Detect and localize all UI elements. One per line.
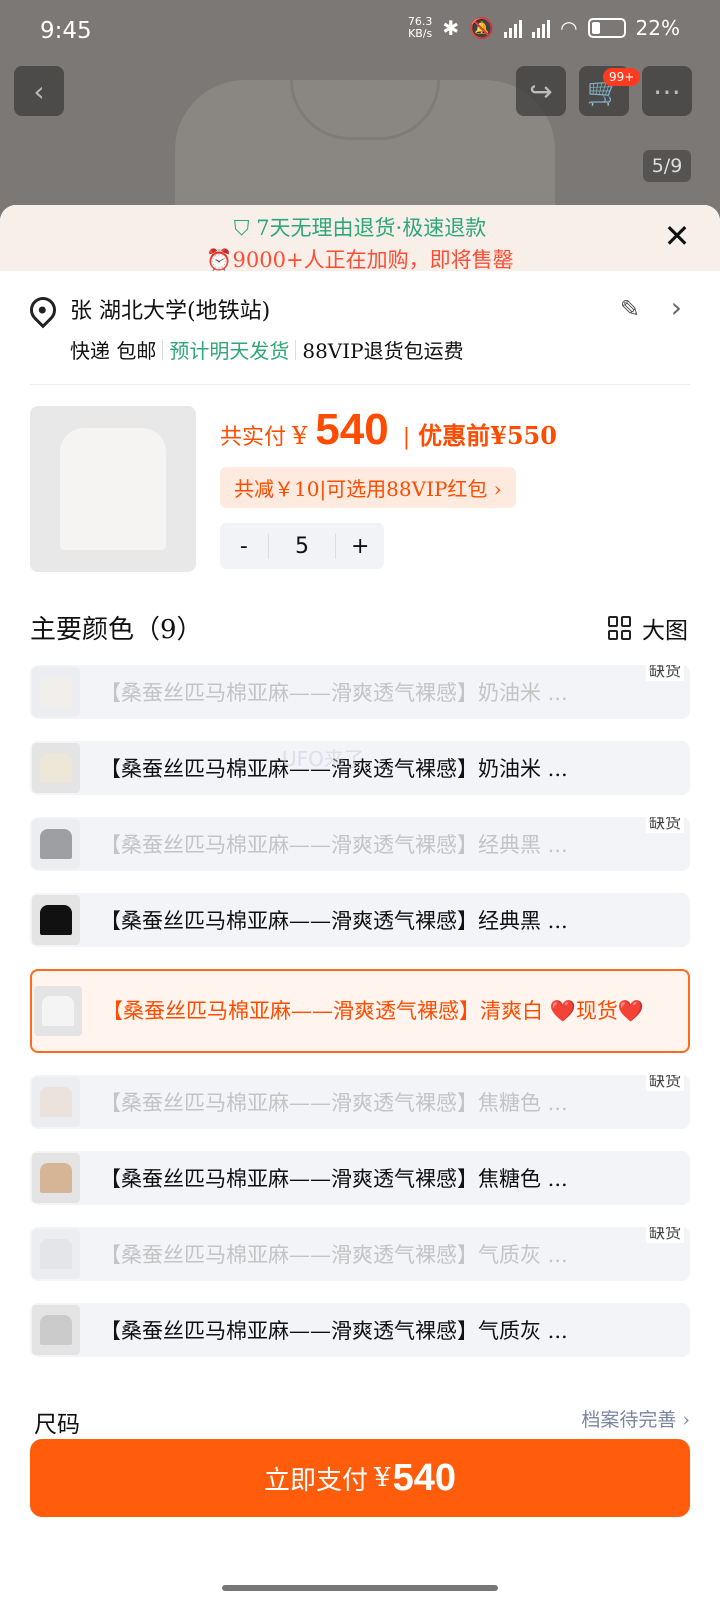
- color-thumbnail: [32, 1153, 80, 1203]
- color-option-label: 【桑蚕丝匹马棉亚麻——滑爽透气裸感】气质灰 ...: [100, 1319, 568, 1343]
- size-label: 尺码: [34, 1412, 80, 1438]
- net-speed: 76.3 KB/s: [408, 16, 433, 40]
- pay-label: 立即支付: [264, 1465, 369, 1496]
- price-row: 共实付 ¥ 540 | 优惠前¥550: [220, 405, 557, 455]
- color-option: 【桑蚕丝匹马棉亚麻——滑爽透气裸感】气质灰 ... 缺货: [30, 1227, 690, 1281]
- color-option[interactable]: 【桑蚕丝匹马棉亚麻——滑爽透气裸感】清爽白 ❤️现货❤️: [30, 969, 690, 1053]
- address-section[interactable]: 张 湖北大学(地铁站) ✎ › 快递 包邮 预计明天发货 88VIP退货包运费: [24, 271, 690, 385]
- color-thumbnail: [32, 667, 80, 717]
- signal-icon: [504, 18, 523, 38]
- color-option: 【桑蚕丝匹马棉亚麻——滑爽透气裸感】奶油米 ... 缺货: [30, 665, 690, 719]
- shirt-icon: [60, 428, 166, 550]
- net-speed-unit: KB/s: [408, 27, 433, 40]
- chevron-left-icon: ‹: [33, 74, 45, 108]
- color-option: 【桑蚕丝匹马棉亚麻——滑爽透气裸感】焦糖色 ... 缺货: [30, 1075, 690, 1129]
- hot-sale-text: 9000+人正在加购，即将售罄: [232, 248, 514, 272]
- out-of-stock-badge: 缺货: [645, 1075, 684, 1091]
- battery-percent: 22%: [635, 16, 680, 40]
- address-name: 张 湖北大学(地铁站): [70, 299, 271, 324]
- quantity-value[interactable]: 5: [267, 533, 337, 559]
- out-of-stock-badge: 缺货: [645, 1227, 684, 1243]
- color-option-label: 【桑蚕丝匹马棉亚麻——滑爽透气裸感】奶油米 ...: [100, 681, 568, 705]
- plus-button[interactable]: +: [336, 534, 384, 559]
- out-of-stock-badge: 缺货: [645, 817, 684, 833]
- color-option-label: 【桑蚕丝匹马棉亚麻——滑爽透气裸感】经典黑 ...: [100, 833, 568, 857]
- color-thumbnail: [32, 895, 80, 945]
- pay-amount: 540: [392, 1456, 456, 1499]
- share-icon: ↪: [529, 74, 553, 108]
- home-indicator[interactable]: [222, 1585, 498, 1591]
- color-option-label: 【桑蚕丝匹马棉亚麻——滑爽透气裸感】气质灰 ...: [100, 1243, 568, 1267]
- profile-link[interactable]: 档案待完善 ›: [581, 1405, 690, 1432]
- status-bar: 9:45 76.3 KB/s ✱ 🔕 ◠ 22%: [0, 0, 720, 62]
- color-option[interactable]: 【桑蚕丝匹马棉亚麻——滑爽透气裸感】经典黑 ...: [30, 893, 690, 947]
- signal-icon-2: [532, 18, 551, 38]
- currency-symbol: ¥: [292, 422, 308, 450]
- shipping-method: 快递 包邮: [70, 339, 157, 363]
- watermark: UFO来了: [282, 747, 364, 771]
- original-price: 优惠前¥550: [418, 421, 557, 450]
- color-header: 主要颜色（9） 大图: [30, 605, 690, 665]
- hot-sale-notice: ⏰9000+人正在加购，即将售罄: [0, 242, 720, 274]
- color-option-label: 【桑蚕丝匹马棉亚麻——滑爽透气裸感】焦糖色 ...: [100, 1167, 568, 1191]
- product-summary: 共实付 ¥ 540 | 优惠前¥550 共减￥10|可选用88VIP红包 › -…: [30, 385, 690, 605]
- color-thumbnail: [32, 1305, 80, 1355]
- minus-button[interactable]: -: [220, 534, 268, 559]
- color-option: 【桑蚕丝匹马棉亚麻——滑爽透气裸感】经典黑 ... 缺货: [30, 817, 690, 871]
- alarm-icon: ⏰: [206, 248, 233, 272]
- status-time: 9:45: [40, 18, 92, 44]
- pay-button[interactable]: 立即支付 ¥ 540: [30, 1439, 690, 1517]
- divider: [295, 339, 297, 360]
- price-divider: |: [402, 425, 411, 450]
- return-policy: ⛉ 7天无理由退货·极速退款: [0, 205, 720, 242]
- divider: [162, 339, 164, 360]
- ship-time: 预计明天发货: [169, 339, 290, 363]
- color-option-label: 【桑蚕丝匹马棉亚麻——滑爽透气裸感】焦糖色 ...: [100, 1091, 568, 1115]
- grid-icon: [608, 616, 632, 640]
- product-thumbnail[interactable]: [30, 406, 196, 572]
- more-button[interactable]: ⋯: [642, 66, 692, 116]
- return-policy-text: 7天无理由退货·极速退款: [256, 216, 487, 240]
- service-banner: ⛉ 7天无理由退货·极速退款 ⏰9000+人正在加购，即将售罄 ✕: [0, 205, 720, 274]
- color-title: 主要颜色（9）: [30, 615, 203, 645]
- size-row: 尺码 档案待完善 ›: [30, 1399, 690, 1439]
- big-image-toggle[interactable]: 大图: [608, 611, 688, 645]
- bluetooth-icon: ✱: [442, 16, 460, 40]
- shield-check-icon: ⛉: [233, 216, 250, 240]
- status-icons: 76.3 KB/s ✱ 🔕 ◠ 22%: [408, 16, 680, 41]
- color-option-label: 【桑蚕丝匹马棉亚麻——滑爽透气裸感】经典黑 ...: [100, 909, 568, 933]
- color-thumbnail: [32, 743, 80, 793]
- shipping-info: 快递 包邮 预计明天发货 88VIP退货包运费: [70, 335, 464, 364]
- discount-badge[interactable]: 共减￥10|可选用88VIP红包 ›: [220, 467, 516, 508]
- close-button[interactable]: ✕: [660, 219, 694, 253]
- out-of-stock-badge: 缺货: [645, 665, 684, 681]
- mute-icon: 🔕: [469, 16, 495, 40]
- location-icon: [24, 291, 62, 329]
- color-thumbnail: [32, 1229, 80, 1279]
- color-option-label: 【桑蚕丝匹马棉亚麻——滑爽透气裸感】清爽白 ❤️现货❤️: [102, 999, 644, 1023]
- vip-return: 88VIP退货包运费: [302, 339, 464, 363]
- color-thumbnail: [32, 1077, 80, 1127]
- color-option[interactable]: 【桑蚕丝匹马棉亚麻——滑爽透气裸感】焦糖色 ...: [30, 1151, 690, 1205]
- wifi-icon: ◠: [560, 16, 578, 40]
- more-icon: ⋯: [653, 74, 681, 108]
- color-thumbnail: [34, 986, 82, 1036]
- big-image-label: 大图: [642, 618, 688, 644]
- quantity-stepper: - 5 +: [220, 523, 384, 569]
- page-indicator: 5/9: [643, 150, 691, 182]
- price-label: 共实付: [220, 425, 287, 450]
- cart-badge: 99+: [603, 68, 641, 86]
- battery-icon: [587, 18, 626, 38]
- share-button[interactable]: ↪: [516, 66, 566, 116]
- sku-sheet: ⛉ 7天无理由退货·极速退款 ⏰9000+人正在加购，即将售罄 ✕ 张 湖北大学…: [0, 205, 720, 1600]
- close-icon: ✕: [663, 217, 691, 255]
- final-price: 540: [315, 405, 389, 454]
- color-option[interactable]: 【桑蚕丝匹马棉亚麻——滑爽透气裸感】气质灰 ...: [30, 1303, 690, 1357]
- back-button[interactable]: ‹: [14, 66, 64, 116]
- edit-icon[interactable]: ✎: [620, 295, 640, 323]
- color-thumbnail: [32, 819, 80, 869]
- chevron-right-icon[interactable]: ›: [671, 291, 682, 324]
- pay-currency: ¥: [374, 1463, 391, 1493]
